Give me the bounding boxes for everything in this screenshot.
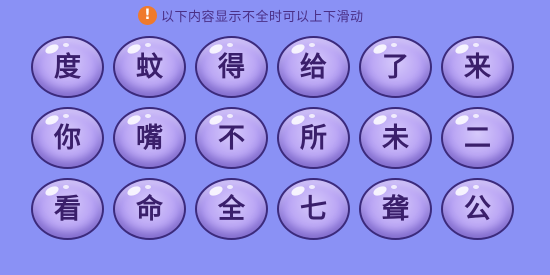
character-tile[interactable]: 所 [277, 107, 350, 169]
tile-character: 命 [136, 193, 163, 225]
character-tile[interactable]: 你 [31, 107, 104, 169]
character-tile[interactable]: 来 [441, 36, 514, 98]
character-tile[interactable]: 嘴 [113, 107, 186, 169]
tile-character: 看 [54, 193, 81, 225]
exclamation-icon: ! [138, 5, 157, 25]
character-tile[interactable]: 蚊 [113, 36, 186, 98]
character-tile[interactable]: 得 [195, 36, 268, 98]
character-tile[interactable]: 二 [441, 107, 514, 169]
character-tile[interactable]: 度 [31, 36, 104, 98]
tile-character: 你 [54, 122, 81, 154]
tile-character: 给 [300, 51, 327, 83]
tile-character: 七 [300, 193, 327, 225]
tile-character: 公 [464, 193, 491, 225]
character-tile[interactable]: 给 [277, 36, 350, 98]
tile-character: 得 [218, 51, 245, 83]
tile-character: 来 [464, 51, 491, 83]
character-tile[interactable]: 看 [31, 178, 104, 240]
tile-character: 未 [382, 122, 409, 154]
character-tile[interactable]: 七 [277, 178, 350, 240]
character-tile[interactable]: 命 [113, 178, 186, 240]
character-tile[interactable]: 了 [359, 36, 432, 98]
tile-character: 嘴 [136, 122, 163, 154]
tile-character: 聋 [382, 193, 409, 225]
character-tile[interactable]: 未 [359, 107, 432, 169]
character-tile[interactable]: 全 [195, 178, 268, 240]
tile-character: 所 [300, 122, 327, 154]
tile-character: 全 [218, 193, 245, 225]
tile-character: 度 [54, 51, 81, 83]
tile-character: 二 [464, 122, 491, 154]
character-grid: 度 蚊 得 给 了 来 你 嘴 不 所 未 二 看 命 全 七 聋 公 [31, 36, 514, 240]
scroll-notice-text: 以下内容显示不全时可以上下滑动 [161, 9, 364, 25]
character-tile[interactable]: 聋 [359, 178, 432, 240]
character-tile[interactable]: 公 [441, 178, 514, 240]
scroll-notice: ! 以下内容显示不全时可以上下滑动 [138, 5, 364, 25]
tile-character: 了 [382, 51, 409, 83]
character-tile[interactable]: 不 [195, 107, 268, 169]
tile-character: 蚊 [136, 51, 163, 83]
tile-character: 不 [218, 122, 245, 154]
